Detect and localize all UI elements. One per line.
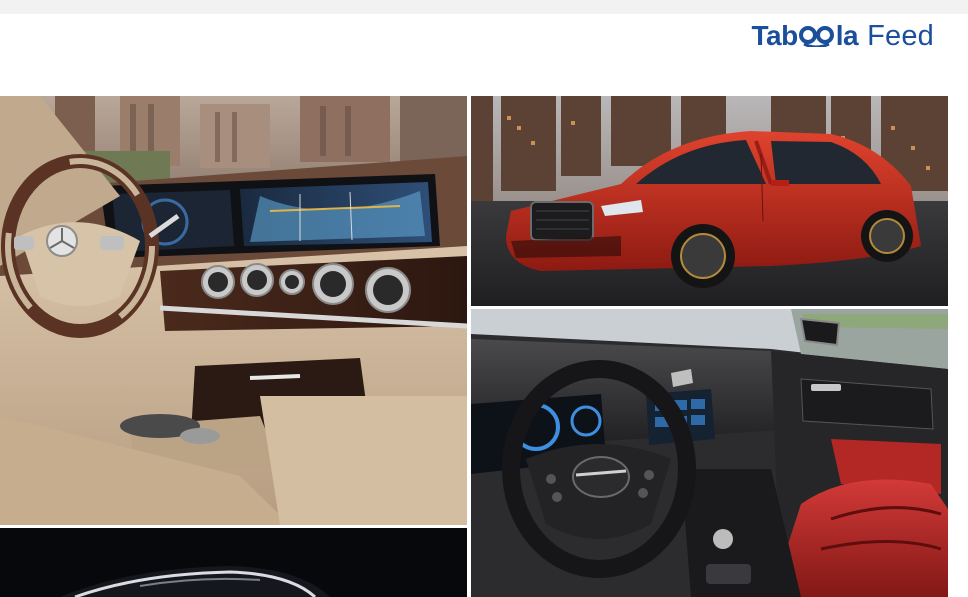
red-chrysler-sedan-photo bbox=[471, 96, 948, 306]
brand-name-end: la bbox=[835, 20, 859, 51]
feed-tile-mercedes-interior[interactable] bbox=[0, 96, 467, 525]
brand-suffix: Feed bbox=[867, 20, 934, 52]
double-o-icon bbox=[798, 25, 835, 47]
chrysler-interior-photo bbox=[471, 309, 948, 597]
taboola-feed-logo[interactable]: Tab la Feed bbox=[752, 22, 934, 51]
dark-luxury-car-photo bbox=[0, 528, 467, 597]
feed-header: Tab la Feed bbox=[0, 14, 968, 96]
right-gutter bbox=[948, 96, 968, 597]
brand-name: Tab la bbox=[752, 22, 859, 50]
feed-tile-dark-car[interactable] bbox=[0, 528, 467, 597]
feed-tile-red-sedan[interactable] bbox=[471, 96, 948, 306]
brand-name-start: Tab bbox=[751, 20, 799, 51]
feed-tile-chrysler-interior[interactable] bbox=[471, 309, 948, 597]
top-strip bbox=[0, 0, 968, 14]
mercedes-interior-photo bbox=[0, 96, 467, 525]
